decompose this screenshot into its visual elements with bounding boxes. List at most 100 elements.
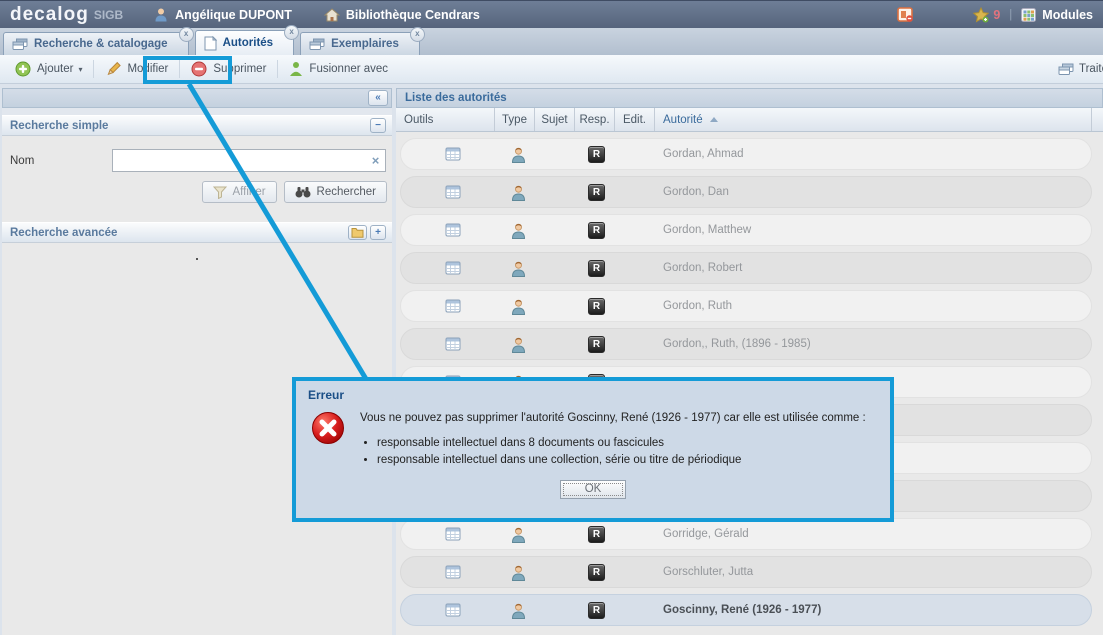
search-buttons-row: Affiner Rechercher (2, 172, 392, 213)
minimize-section-button[interactable]: − (370, 118, 386, 133)
responsible-badge: R (588, 336, 605, 353)
column-header-sujet[interactable]: Sujet (535, 108, 575, 131)
batch-processing-label: Traite (1079, 63, 1103, 75)
stacked-windows-icon (309, 38, 325, 51)
name-field-row: Nom × (2, 136, 392, 172)
sort-ascending-icon (710, 117, 718, 122)
annotation-highlight-box (143, 56, 232, 84)
name-input[interactable] (112, 149, 386, 172)
person-type-icon (511, 299, 526, 315)
tab-close-button[interactable]: x (179, 27, 194, 42)
current-library-label: Bibliothèque Cendrars (346, 8, 480, 22)
column-header-outils[interactable]: Outils (396, 108, 495, 131)
authority-name: Goscinny, René (1926 - 1977) (663, 604, 821, 616)
responsible-badge: R (588, 526, 605, 543)
person-type-icon (511, 147, 526, 163)
add-button[interactable]: Ajouter ▾ (4, 55, 93, 83)
simple-search-title: Recherche simple (10, 120, 108, 132)
document-icon (204, 36, 217, 51)
tab-bar: Recherche & catalogage x Autorités x Exe… (0, 28, 1103, 55)
person-type-icon (511, 565, 526, 581)
add-button-label: Ajouter (37, 63, 73, 75)
tab-label: Autorités (223, 37, 273, 49)
merge-button[interactable]: Fusionner avec (278, 55, 399, 83)
table-tools-icon[interactable] (445, 603, 461, 617)
responsible-badge: R (588, 146, 605, 163)
table-tools-icon[interactable] (445, 185, 461, 199)
list-item[interactable]: R Gordon, Dan (400, 176, 1092, 208)
topbar-divider: | (1009, 9, 1012, 21)
app-logo: decalog (10, 4, 89, 26)
clear-input-icon[interactable]: × (368, 153, 383, 168)
list-item[interactable]: R Gordon, Robert (400, 252, 1092, 284)
list-item[interactable]: R Goscinny, René (1926 - 1977) (400, 594, 1092, 626)
current-user[interactable]: Angélique DUPONT (153, 7, 292, 22)
modules-button[interactable]: Modules (1021, 8, 1093, 22)
favorites-count: 9 (993, 8, 1000, 22)
merge-person-icon (289, 61, 303, 77)
column-header-autorite[interactable]: Autorité (655, 108, 1092, 131)
refine-button[interactable]: Affiner (202, 181, 277, 203)
table-tools-icon[interactable] (445, 337, 461, 351)
favorites-button[interactable]: 9 (972, 7, 1000, 23)
responsible-badge: R (588, 222, 605, 239)
column-header-resp[interactable]: Resp. (575, 108, 615, 131)
current-user-label: Angélique DUPONT (175, 8, 292, 22)
authority-name: Gorschluter, Jutta (663, 566, 753, 578)
table-tools-icon[interactable] (445, 565, 461, 579)
column-header-autorite-label: Autorité (663, 114, 703, 126)
table-tools-icon[interactable] (445, 147, 461, 161)
list-item[interactable]: R Gordon,, Ruth, (1896 - 1985) (400, 328, 1092, 360)
error-reason: responsable intellectuel dans 8 document… (377, 436, 866, 452)
authority-name: Gordon, Ruth (663, 300, 732, 312)
collapse-panel-button[interactable]: « (368, 90, 388, 106)
batch-processing-button[interactable]: Traite (1058, 55, 1103, 83)
search-button[interactable]: Rechercher (284, 181, 387, 203)
list-item[interactable]: R Gordan, Ahmad (400, 138, 1092, 170)
person-type-icon (511, 185, 526, 201)
tab-close-button[interactable]: x (284, 25, 299, 40)
authority-name: Gordon,, Ruth, (1896 - 1985) (663, 338, 811, 350)
person-type-icon (511, 603, 526, 619)
table-tools-icon[interactable] (445, 299, 461, 313)
responsible-badge: R (588, 260, 605, 277)
binoculars-icon (295, 186, 311, 198)
speck (196, 258, 198, 260)
logout-icon (897, 7, 914, 23)
responsible-badge: R (588, 298, 605, 315)
refine-button-label: Affiner (233, 186, 266, 198)
top-bar: decalog SIGB Angélique DUPONT Bibliothèq… (0, 0, 1103, 28)
error-reasons-list: responsable intellectuel dans 8 document… (377, 436, 866, 469)
folder-icon[interactable] (348, 225, 367, 240)
person-type-icon (511, 337, 526, 353)
topbar-right-group: 9 | Modules (897, 7, 1093, 23)
star-icon (972, 7, 990, 23)
simple-search-header: Recherche simple − (2, 115, 392, 136)
name-field-label: Nom (10, 155, 112, 167)
current-library[interactable]: Bibliothèque Cendrars (324, 8, 480, 22)
person-type-icon (511, 261, 526, 277)
tab-close-button[interactable]: x (410, 27, 425, 42)
authority-name: Gordon, Dan (663, 186, 729, 198)
merge-button-label: Fusionner avec (309, 63, 388, 75)
column-header-type[interactable]: Type (495, 108, 535, 131)
authorities-header-strip: Liste des autorités (396, 88, 1103, 108)
table-tools-icon[interactable] (445, 527, 461, 541)
ok-button[interactable]: OK (560, 480, 626, 499)
table-tools-icon[interactable] (445, 261, 461, 275)
list-item[interactable]: R Gorschluter, Jutta (400, 556, 1092, 588)
logout-button[interactable] (897, 7, 914, 23)
error-reason: responsable intellectuel dans une collec… (377, 453, 866, 469)
tab-exemplaires[interactable]: Exemplaires x (300, 32, 420, 55)
table-tools-icon[interactable] (445, 223, 461, 237)
search-button-label: Rechercher (317, 186, 376, 198)
authority-name: Gordon, Robert (663, 262, 742, 274)
column-header-edit[interactable]: Edit. (615, 108, 655, 131)
list-item[interactable]: R Gorridge, Gérald (400, 518, 1092, 550)
tab-autorites[interactable]: Autorités x (195, 30, 294, 55)
authorities-panel: Liste des autorités Outils Type Sujet Re… (396, 88, 1103, 635)
add-section-button[interactable]: + (370, 225, 386, 240)
tab-recherche-catalogage[interactable]: Recherche & catalogage x (3, 32, 189, 55)
list-item[interactable]: R Gordon, Matthew (400, 214, 1092, 246)
list-item[interactable]: R Gordon, Ruth (400, 290, 1092, 322)
